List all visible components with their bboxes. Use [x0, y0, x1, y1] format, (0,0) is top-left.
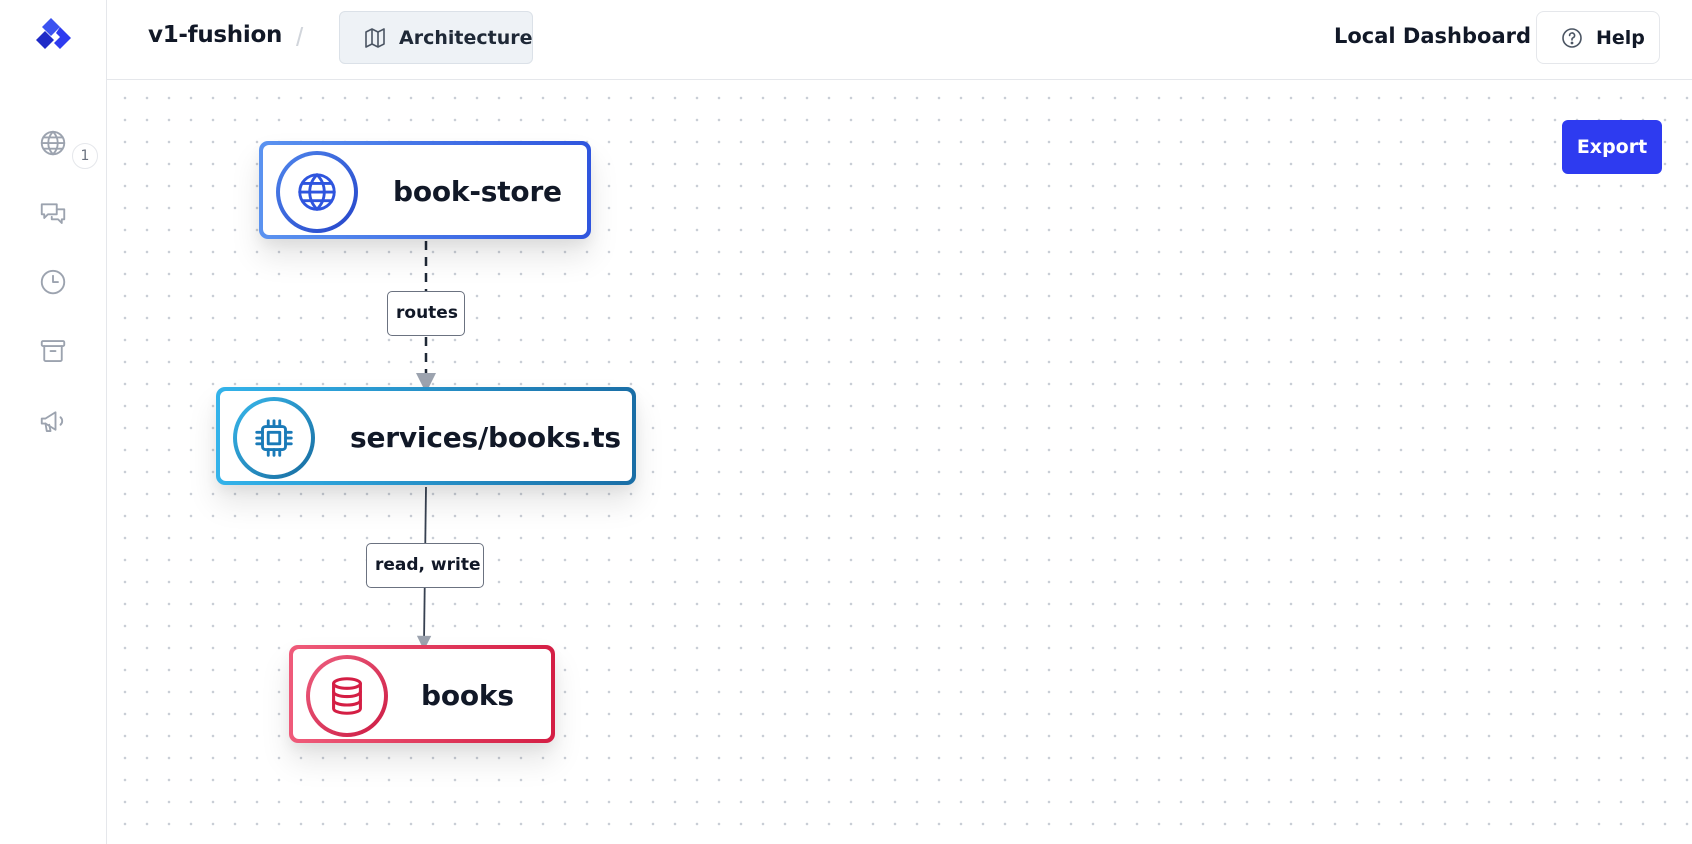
help-button[interactable]: Help — [1536, 11, 1660, 64]
edge-label-routes[interactable]: routes — [387, 291, 465, 336]
database-icon — [332, 677, 362, 715]
globe-icon — [298, 173, 336, 211]
export-button[interactable]: Export — [1562, 120, 1662, 174]
map-icon — [365, 28, 385, 48]
architecture-canvas[interactable]: routes read, write book-store services/b… — [108, 81, 1692, 844]
node-books-service-label: services/books.ts — [350, 421, 621, 454]
breadcrumb-separator: / — [296, 22, 304, 52]
node-books-service-body: services/books.ts — [220, 391, 632, 481]
architecture-tab[interactable]: Architecture — [339, 11, 533, 64]
project-name[interactable]: v1-fushion — [148, 22, 282, 48]
node-books-service-icon-circle — [233, 397, 315, 479]
chip-icon — [255, 419, 293, 457]
clock-icon[interactable] — [38, 267, 68, 297]
node-books-db-label: books — [421, 679, 514, 712]
node-book-store-icon-circle — [276, 151, 358, 233]
top-bar: v1-fushion / Architecture Local Dashboar… — [107, 0, 1692, 80]
archive-icon[interactable] — [38, 336, 68, 366]
node-book-store-label: book-store — [393, 175, 562, 208]
local-dashboard-link[interactable]: Local Dashboard — [1334, 24, 1531, 48]
node-books-db-body: books — [293, 649, 551, 739]
sidebar: 1 — [0, 0, 107, 844]
app-logo-icon[interactable] — [33, 16, 75, 58]
architecture-tab-label: Architecture — [399, 27, 533, 49]
node-books-db[interactable]: books — [289, 645, 555, 743]
help-button-label: Help — [1596, 27, 1645, 49]
chat-icon[interactable] — [38, 198, 68, 228]
globe-icon[interactable] — [38, 128, 68, 158]
node-books-service[interactable]: services/books.ts — [216, 387, 636, 485]
node-book-store[interactable]: book-store — [259, 141, 591, 239]
help-icon — [1562, 28, 1582, 48]
node-book-store-body: book-store — [263, 145, 587, 235]
megaphone-icon[interactable] — [38, 406, 68, 436]
edge-label-read-write[interactable]: read, write — [366, 543, 484, 588]
globe-badge-count: 1 — [72, 143, 98, 169]
node-books-db-icon-circle — [306, 655, 388, 737]
